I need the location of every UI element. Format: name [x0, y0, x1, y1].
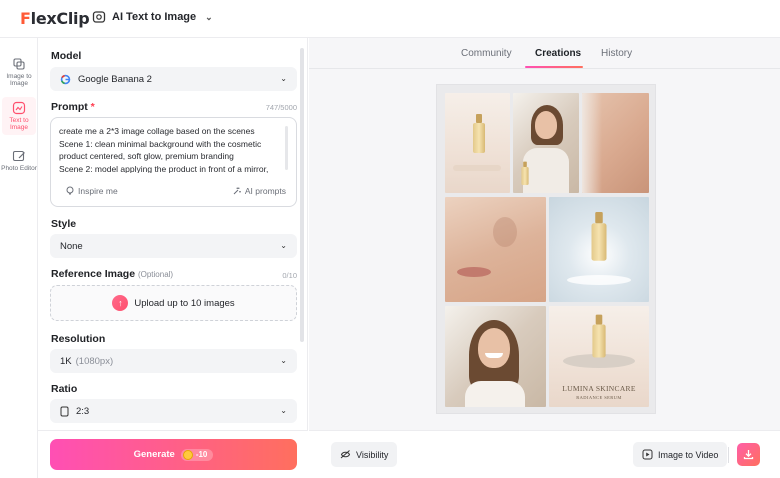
- download-icon: [743, 450, 754, 460]
- upload-icon: ↑: [112, 295, 129, 311]
- portrait-ratio-icon: [60, 406, 69, 416]
- visibility-icon: [340, 450, 351, 459]
- visibility-button[interactable]: Visibility: [331, 442, 398, 467]
- optional-tag: (Optional): [137, 270, 174, 279]
- rail-item-image-to-image[interactable]: Image to Image: [0, 57, 38, 87]
- collage-photo-model-smile: [445, 306, 546, 407]
- inspire-me-button[interactable]: Inspire me: [65, 186, 118, 196]
- text-image-icon: [12, 101, 26, 115]
- rail-label: Text to Image: [9, 117, 29, 131]
- ratio-select[interactable]: 2:3 ⌄: [50, 399, 297, 423]
- prompt-label-text: Prompt: [51, 101, 88, 113]
- rail-item-text-to-image[interactable]: Text to Image: [2, 97, 36, 135]
- image-to-video-label: Image to Video: [658, 449, 719, 460]
- visibility-label: Visibility: [356, 449, 389, 460]
- upload-label: Upload up to 10 images: [134, 297, 235, 309]
- model-robe: [523, 148, 569, 193]
- collage-photo-skin-closeup: [582, 93, 649, 193]
- reference-counter: 0/10: [282, 271, 297, 280]
- prompt-counter: 747/5000: [265, 103, 297, 112]
- download-button[interactable]: [737, 443, 760, 466]
- collage-photo-product-tray: LUMINA SKINCARE RADIANCE SERUM: [549, 306, 649, 407]
- ai-sparkle-icon: [233, 187, 241, 195]
- ratio-label: Ratio: [51, 383, 78, 395]
- action-divider: [728, 447, 729, 463]
- collage-photo-water-splash: [549, 197, 649, 302]
- tool-switcher[interactable]: AI Text to Image ⌄: [92, 10, 213, 24]
- resolution-value: 1K: [60, 355, 72, 367]
- image-swap-icon: [13, 58, 25, 70]
- brand-name: LUMINA SKINCARE: [562, 384, 636, 393]
- chevron-down-icon: ⌄: [280, 241, 287, 250]
- flexclip-logo[interactable]: FlexClip: [20, 9, 90, 28]
- rail-label: Image to Image: [6, 73, 32, 87]
- ai-prompts-label: AI prompts: [244, 186, 286, 196]
- lightbulb-icon: [66, 186, 74, 195]
- rail-label: Photo Editor: [1, 165, 37, 172]
- model-value: Google Banana 2: [78, 73, 152, 85]
- upload-dropzone[interactable]: ↑ Upload up to 10 images: [50, 285, 297, 321]
- collage-photo-model-mirror: [513, 93, 579, 193]
- prompt-label: Prompt *: [51, 101, 95, 113]
- collage-photo-product: [445, 93, 510, 193]
- model-label: Model: [51, 50, 82, 62]
- credit-badge: -10: [180, 448, 214, 461]
- photo-edit-icon: [12, 150, 25, 162]
- credit-cost: -10: [195, 450, 208, 459]
- resolution-select[interactable]: 1K (1080px) ⌄: [50, 349, 297, 373]
- required-mark: *: [90, 101, 95, 113]
- rail-item-photo-editor[interactable]: Photo Editor: [0, 149, 38, 172]
- style-value: None: [60, 240, 83, 252]
- video-play-icon: [642, 449, 653, 460]
- tab-creations[interactable]: Creations: [535, 48, 581, 59]
- style-label: Style: [51, 218, 77, 230]
- brand-product: RADIANCE SERUM: [576, 395, 622, 400]
- serum-bottle: [521, 161, 529, 185]
- chevron-down-icon: ⌄: [280, 356, 287, 365]
- collage-photo-face-closeup: [445, 197, 546, 302]
- generated-image[interactable]: LUMINA SKINCARE RADIANCE SERUM: [436, 84, 656, 414]
- reference-image-label: Reference Image (Optional): [51, 268, 173, 280]
- water-splash: [567, 275, 631, 285]
- google-icon: [60, 74, 71, 84]
- active-tab-indicator: [525, 66, 583, 68]
- panel-scrollbar[interactable]: [300, 48, 304, 342]
- serum-bottle: [473, 114, 485, 153]
- model-face: [535, 111, 557, 139]
- top-bar: FlexClip AI Text to Image ⌄: [0, 0, 780, 38]
- generate-label: Generate: [133, 449, 175, 460]
- generate-button[interactable]: Generate -10: [50, 439, 297, 470]
- model-select[interactable]: Google Banana 2 ⌄: [50, 67, 297, 91]
- prompt-textarea[interactable]: create me a 2*3 image collage based on t…: [59, 125, 279, 173]
- tab-history[interactable]: History: [601, 48, 632, 59]
- resolution-label: Resolution: [51, 333, 106, 345]
- chevron-down-icon: ⌄: [280, 406, 287, 415]
- inspire-me-label: Inspire me: [78, 186, 118, 196]
- ratio-value: 2:3: [76, 405, 90, 417]
- reference-label-text: Reference Image: [51, 268, 136, 280]
- prompt-box: create me a 2*3 image collage based on t…: [50, 117, 297, 207]
- skin-highlight: [582, 93, 602, 193]
- model-top: [465, 381, 525, 407]
- smile: [485, 353, 503, 358]
- prompt-scrollbar[interactable]: [285, 126, 288, 170]
- nose-shadow: [493, 217, 517, 247]
- resolution-sub: (1080px): [75, 355, 114, 367]
- serum-bottle: [591, 212, 607, 261]
- ai-image-icon: [92, 11, 106, 23]
- coin-icon: [182, 449, 193, 460]
- tool-name: AI Text to Image: [112, 11, 197, 23]
- product-pedestal: [453, 165, 501, 171]
- tab-community[interactable]: Community: [461, 48, 512, 59]
- image-to-video-button[interactable]: Image to Video: [633, 442, 728, 467]
- serum-bottle: [592, 314, 606, 358]
- chevron-down-icon: ⌄: [205, 11, 213, 22]
- chevron-down-icon: ⌄: [280, 74, 287, 83]
- model-face: [478, 328, 510, 368]
- prompt-actions: Inspire me AI prompts: [65, 186, 286, 196]
- style-select[interactable]: None ⌄: [50, 234, 297, 258]
- ai-prompts-button[interactable]: AI prompts: [232, 186, 286, 196]
- logo-text: lexClip: [30, 9, 90, 28]
- lips: [457, 267, 491, 277]
